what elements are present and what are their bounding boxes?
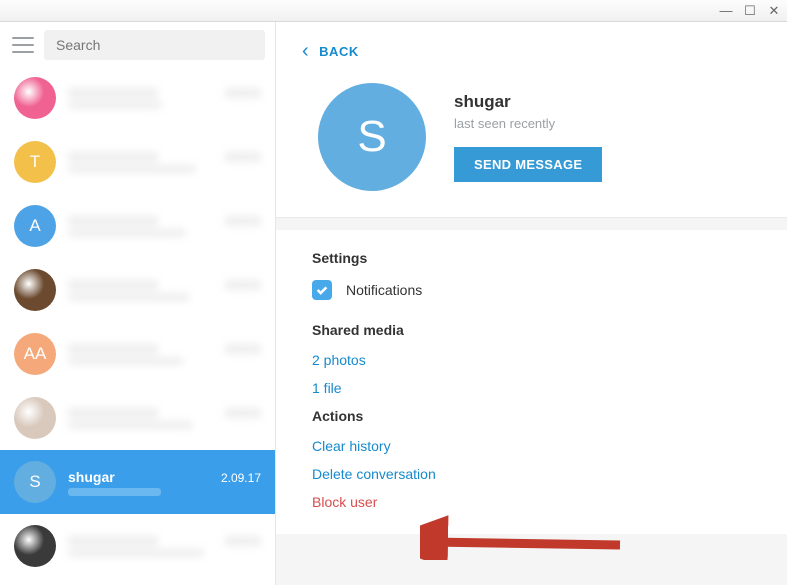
shared-files-link[interactable]: 1 file: [312, 380, 751, 396]
shared-photos-link[interactable]: 2 photos: [312, 352, 751, 368]
minimize-button[interactable]: —: [719, 4, 733, 18]
actions-heading: Actions: [312, 408, 751, 424]
settings-heading: Settings: [312, 250, 751, 266]
avatar: T: [14, 141, 56, 183]
chat-list-item[interactable]: Sshugar 2.09.17: [0, 450, 275, 514]
chat-list-item[interactable]: [0, 514, 275, 578]
avatar: [14, 269, 56, 311]
notifications-label: Notifications: [346, 282, 422, 298]
chat-list-item[interactable]: [0, 258, 275, 322]
avatar: AA: [14, 333, 56, 375]
back-button[interactable]: ‹ BACK: [302, 40, 761, 63]
profile-avatar[interactable]: S: [318, 83, 426, 191]
profile-status: last seen recently: [454, 116, 602, 131]
chat-list-item[interactable]: [0, 386, 275, 450]
chat-list-item[interactable]: A: [0, 194, 275, 258]
send-message-button[interactable]: SEND MESSAGE: [454, 147, 602, 182]
notifications-toggle[interactable]: Notifications: [312, 280, 751, 300]
shared-media-heading: Shared media: [312, 322, 751, 338]
chat-list[interactable]: TAAASshugar2.09.17: [0, 66, 275, 585]
checkbox-checked-icon[interactable]: [312, 280, 332, 300]
delete-conversation-link[interactable]: Delete conversation: [312, 466, 751, 482]
chat-list-item[interactable]: [0, 66, 275, 130]
chat-list-item[interactable]: T: [0, 130, 275, 194]
avatar: [14, 77, 56, 119]
chat-date: 2.09.17: [221, 471, 261, 485]
avatar: [14, 525, 56, 567]
chevron-left-icon: ‹: [302, 40, 309, 63]
avatar: A: [14, 205, 56, 247]
sidebar: TAAASshugar2.09.17: [0, 22, 276, 585]
window-titlebar: — ☐ ✕: [0, 0, 787, 22]
back-label: BACK: [319, 44, 359, 59]
annotation-arrow: [420, 500, 640, 560]
avatar: [14, 397, 56, 439]
profile-name: shugar: [454, 92, 602, 112]
clear-history-link[interactable]: Clear history: [312, 438, 751, 454]
maximize-button[interactable]: ☐: [743, 4, 757, 18]
menu-icon[interactable]: [12, 37, 34, 53]
chat-name: shugar: [68, 469, 115, 485]
chat-list-item[interactable]: AA: [0, 322, 275, 386]
avatar: S: [14, 461, 56, 503]
close-window-button[interactable]: ✕: [767, 4, 781, 18]
search-input[interactable]: [44, 30, 265, 60]
